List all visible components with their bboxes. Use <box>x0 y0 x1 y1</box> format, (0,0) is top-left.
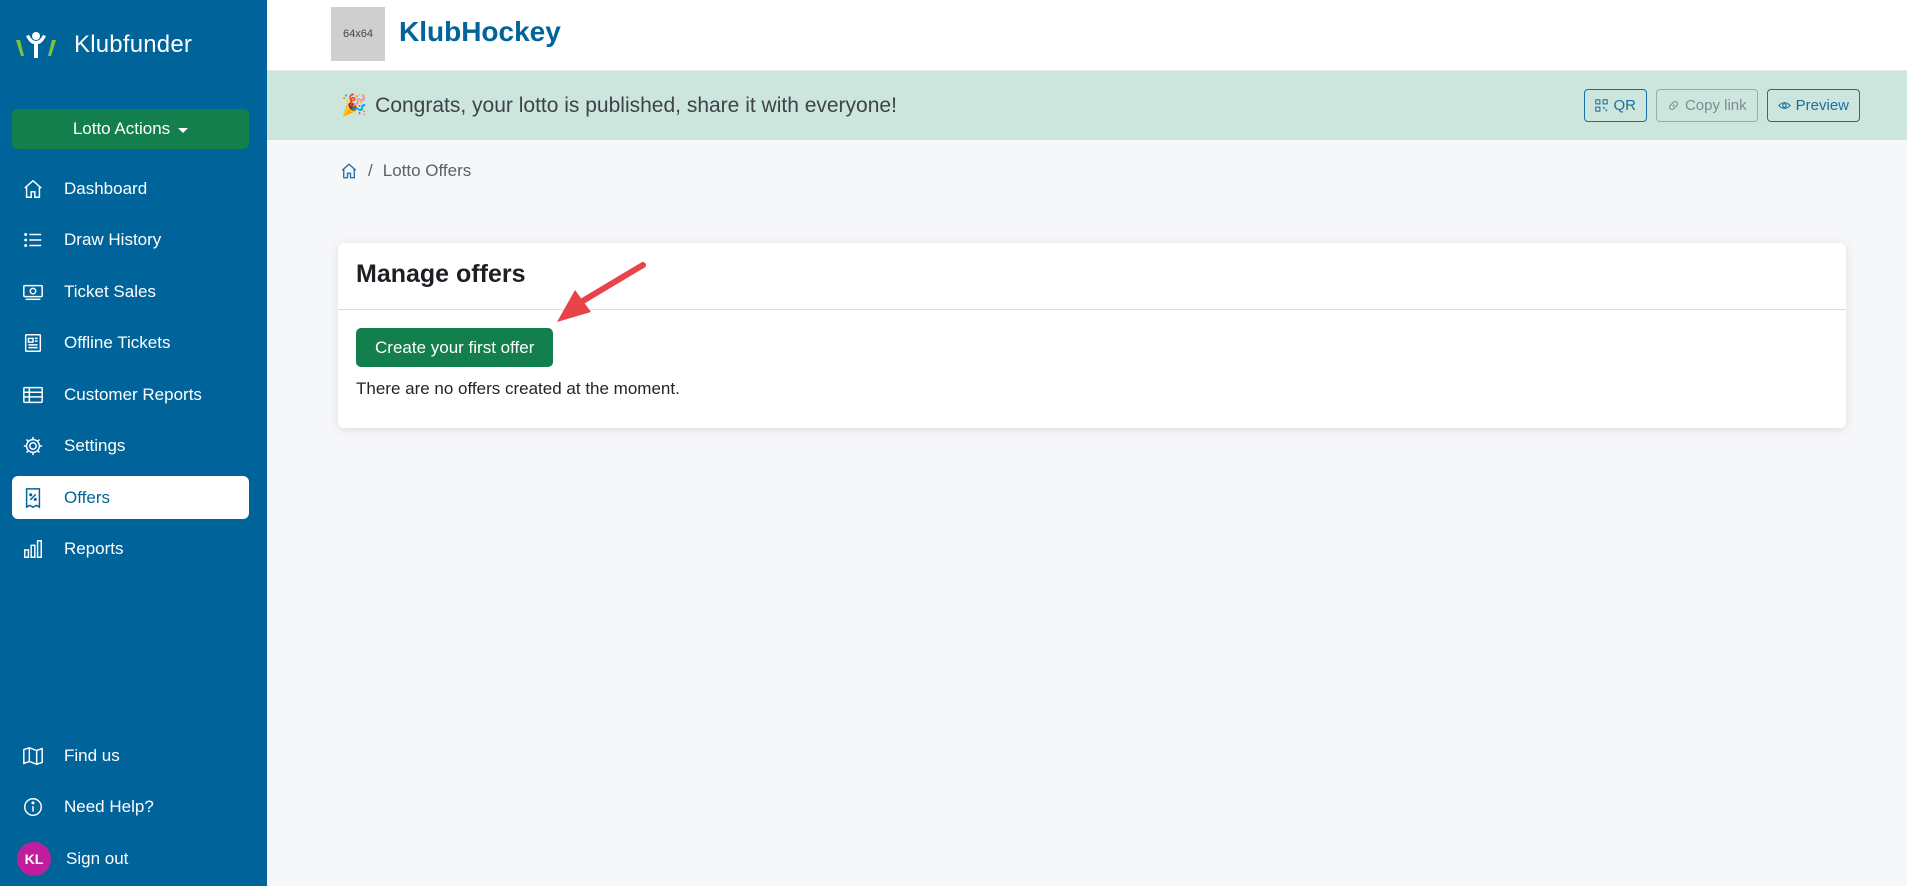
sidebar-nav: Dashboard Draw History Ticket Sales Offl… <box>12 167 249 579</box>
card-title: Manage offers <box>356 260 526 288</box>
sidebar-item-need-help[interactable]: Need Help? <box>12 786 249 829</box>
sidebar-item-draw-history[interactable]: Draw History <box>12 219 249 262</box>
top-header: 64x64 KlubHockey <box>267 0 1907 71</box>
lotto-actions-label: Lotto Actions <box>72 119 171 138</box>
empty-state-text: There are no offers created at the momen… <box>356 379 680 398</box>
club-logo-placeholder: 64x64 <box>331 7 385 61</box>
create-first-offer-button[interactable]: Create your first offer <box>356 328 554 367</box>
breadcrumb: / Lotto Offers <box>340 161 471 181</box>
sidebar-item-label: Draw History <box>64 230 162 249</box>
annotation-arrow-icon <box>557 262 646 322</box>
sidebar-item-reports[interactable]: Reports <box>12 528 249 571</box>
brand[interactable]: Klubfunder <box>12 30 192 60</box>
banner-text: Congrats, your lotto is published, share… <box>375 94 897 117</box>
sidebar-item-offline-tickets[interactable]: Offline Tickets <box>12 322 249 365</box>
map-icon <box>23 746 43 765</box>
home-icon[interactable] <box>340 162 358 180</box>
published-banner: 🎉 Congrats, your lotto is published, sha… <box>267 71 1907 140</box>
newspaper-icon <box>24 334 42 352</box>
sidebar-item-ticket-sales[interactable]: Ticket Sales <box>12 270 249 313</box>
sidebar-item-offers[interactable]: Offers <box>12 476 249 519</box>
qr-label: QR <box>1613 97 1636 114</box>
lotto-actions-dropdown[interactable]: Lotto Actions <box>12 109 249 149</box>
breadcrumb-separator: / <box>368 161 373 180</box>
sidebar-item-label: Find us <box>64 745 120 765</box>
sidebar-item-label: Ticket Sales <box>64 281 156 301</box>
breadcrumb-current: Lotto Offers <box>382 161 472 180</box>
sidebar-item-find-us[interactable]: Find us <box>12 734 249 777</box>
preview-label: Preview <box>1795 97 1849 114</box>
list-icon <box>24 233 42 247</box>
avatar: KL <box>17 841 51 876</box>
table-icon <box>23 386 43 403</box>
qr-code-icon <box>1595 99 1609 112</box>
club-name: KlubHockey <box>399 16 561 47</box>
klubfunder-logo-icon <box>16 32 56 58</box>
caret-down-icon <box>178 127 189 133</box>
sidebar-item-label: Reports <box>64 539 124 558</box>
sidebar-item-customer-reports[interactable]: Customer Reports <box>12 373 249 416</box>
qr-button[interactable]: QR <box>1584 89 1647 122</box>
sidebar-item-label: Sign out <box>66 848 129 868</box>
sidebar-bottom-nav: Find us Need Help? KL Sign out <box>12 734 249 886</box>
home-icon <box>24 179 42 198</box>
sidebar-item-label: Settings <box>64 436 126 455</box>
sidebar-item-label: Offline Tickets <box>64 333 171 352</box>
banner-message: 🎉 Congrats, your lotto is published, sha… <box>341 94 897 118</box>
link-icon <box>1669 101 1678 110</box>
copy-link-button[interactable]: Copy link <box>1655 89 1758 122</box>
receipt-percent-icon <box>25 487 41 509</box>
sidebar-item-label: Dashboard <box>64 178 148 198</box>
sidebar-item-label: Offers <box>64 487 110 507</box>
sidebar: Klubfunder Lotto Actions Dashboard Draw … <box>0 0 267 886</box>
sidebar-item-label: Customer Reports <box>64 384 202 404</box>
sidebar-item-settings[interactable]: Settings <box>12 425 249 468</box>
copy-link-label: Copy link <box>1684 97 1747 114</box>
cash-icon <box>23 284 43 300</box>
sidebar-item-dashboard[interactable]: Dashboard <box>12 167 249 210</box>
preview-button[interactable]: Preview <box>1766 89 1860 122</box>
bar-chart-icon <box>24 540 42 558</box>
info-icon <box>24 798 42 816</box>
sidebar-item-label: Need Help? <box>64 797 154 816</box>
share-buttons: QR Copy link Preview <box>1584 89 1860 122</box>
brand-name: Klubfunder <box>74 31 193 58</box>
party-popper-icon: 🎉 <box>341 94 368 117</box>
eye-icon <box>1777 102 1791 109</box>
gear-icon <box>23 436 43 456</box>
sidebar-item-sign-out[interactable]: KL Sign out <box>12 837 249 880</box>
